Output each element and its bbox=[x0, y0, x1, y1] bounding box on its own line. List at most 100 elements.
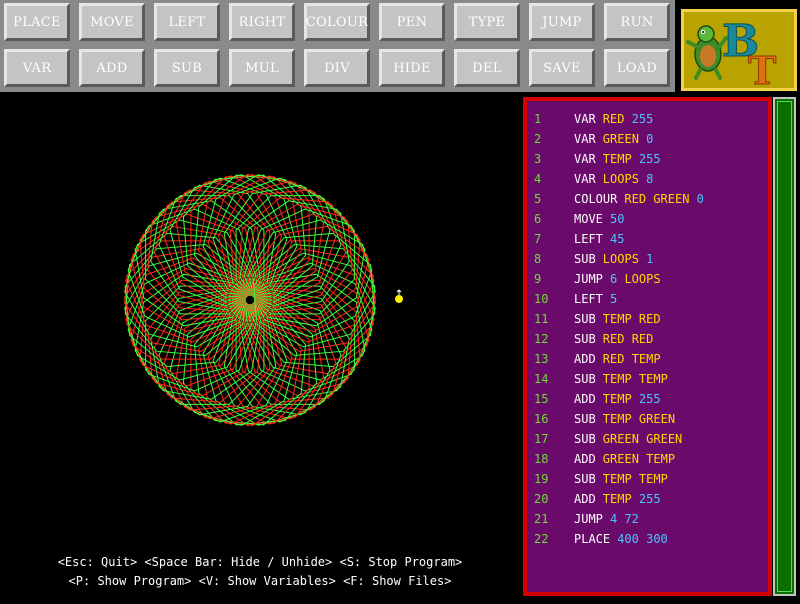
program-line[interactable]: 7 LEFT 45 bbox=[527, 229, 767, 249]
line-command: ADD bbox=[574, 492, 596, 506]
variable-token: LOOPS bbox=[602, 252, 639, 266]
program-line[interactable]: 11 SUB TEMP RED bbox=[527, 309, 767, 329]
program-line[interactable]: 20 ADD TEMP 255 bbox=[527, 489, 767, 509]
line-command: LEFT bbox=[574, 292, 603, 306]
hide-button[interactable]: HIDE bbox=[379, 49, 445, 87]
program-line[interactable]: 10 LEFT 5 bbox=[527, 289, 767, 309]
program-line[interactable]: 16 SUB TEMP GREEN bbox=[527, 409, 767, 429]
line-number: 3 bbox=[534, 152, 542, 166]
line-number: 14 bbox=[534, 372, 549, 386]
mul-button[interactable]: MUL bbox=[229, 49, 295, 87]
number-token: 0 bbox=[689, 192, 704, 206]
line-arguments: GREEN GREEN bbox=[603, 432, 682, 446]
variable-token: GREEN bbox=[631, 412, 676, 426]
del-button[interactable]: DEL bbox=[454, 49, 520, 87]
line-arguments: GREEN TEMP bbox=[603, 452, 675, 466]
program-line[interactable]: 18 ADD GREEN TEMP bbox=[527, 449, 767, 469]
program-line[interactable]: 22 PLACE 400 300 bbox=[527, 529, 767, 549]
line-number: 13 bbox=[534, 352, 549, 366]
program-line[interactable]: 17 SUB GREEN GREEN bbox=[527, 429, 767, 449]
program-scrollbar[interactable] bbox=[773, 97, 796, 596]
variable-token: LOOPS bbox=[617, 272, 661, 286]
drawing-canvas[interactable]: <Esc: Quit> <Space Bar: Hide / Unhide> <… bbox=[0, 92, 520, 600]
program-line[interactable]: 21 JUMP 4 72 bbox=[527, 509, 767, 529]
line-number: 15 bbox=[534, 392, 549, 406]
program-line[interactable]: 14 SUB TEMP TEMP bbox=[527, 369, 767, 389]
line-arguments: RED GREEN 0 bbox=[624, 192, 704, 206]
line-command: VAR bbox=[574, 172, 596, 186]
load-button[interactable]: LOAD bbox=[604, 49, 670, 87]
toolbar-row-2: VAR ADD SUB MUL DIV HIDE DEL SAVE LOAD bbox=[0, 46, 675, 90]
program-line[interactable]: 13 ADD RED TEMP bbox=[527, 349, 767, 369]
line-command: SUB bbox=[574, 372, 596, 386]
variable-token: TEMP bbox=[638, 452, 676, 466]
program-line[interactable]: 12 SUB RED RED bbox=[527, 329, 767, 349]
help-line-2: <P: Show Program> <V: Show Variables> <F… bbox=[68, 574, 452, 588]
line-command: VAR bbox=[574, 112, 596, 126]
div-button[interactable]: DIV bbox=[304, 49, 370, 87]
program-line[interactable]: 6 MOVE 50 bbox=[527, 209, 767, 229]
drawn-octagon bbox=[126, 240, 246, 360]
jump-button[interactable]: JUMP bbox=[529, 3, 595, 41]
number-token: 300 bbox=[638, 532, 668, 546]
program-line[interactable]: 1 VAR RED 255 bbox=[527, 109, 767, 129]
scrollbar-thumb[interactable] bbox=[777, 101, 792, 592]
toolbar-row-1: PLACE MOVE LEFT RIGHT COLOUR PEN TYPE JU… bbox=[0, 0, 675, 44]
line-number: 1 bbox=[534, 112, 542, 126]
type-button[interactable]: TYPE bbox=[454, 3, 520, 41]
line-number: 22 bbox=[534, 532, 549, 546]
line-command: ADD bbox=[574, 452, 596, 466]
line-command: LEFT bbox=[574, 232, 603, 246]
variable-token: TEMP bbox=[631, 372, 668, 386]
colour-button[interactable]: COLOUR bbox=[304, 3, 370, 41]
sub-button[interactable]: SUB bbox=[154, 49, 220, 87]
move-button[interactable]: MOVE bbox=[79, 3, 145, 41]
program-line[interactable]: 3 VAR TEMP 255 bbox=[527, 149, 767, 169]
save-button[interactable]: SAVE bbox=[529, 49, 595, 87]
left-button[interactable]: LEFT bbox=[154, 3, 220, 41]
line-number: 4 bbox=[534, 172, 542, 186]
line-number: 19 bbox=[534, 472, 549, 486]
line-arguments: 45 bbox=[610, 232, 624, 246]
program-panel[interactable]: 1 VAR RED 255 2 VAR GREEN 0 3 VAR TEMP 255 4 VAR LO… bbox=[523, 97, 772, 596]
line-number: 11 bbox=[534, 312, 549, 326]
line-arguments: RED RED bbox=[603, 332, 654, 346]
variable-token: RED bbox=[602, 352, 625, 366]
line-arguments: TEMP 255 bbox=[603, 392, 661, 406]
line-command: ADD bbox=[574, 352, 596, 366]
line-command: JUMP bbox=[574, 512, 603, 526]
number-token: 0 bbox=[638, 132, 654, 146]
program-line[interactable]: 19 SUB TEMP TEMP bbox=[527, 469, 767, 489]
line-number: 8 bbox=[534, 252, 542, 266]
variable-token: GREEN bbox=[646, 192, 690, 206]
program-line[interactable]: 9 JUMP 6 LOOPS bbox=[527, 269, 767, 289]
pen-button[interactable]: PEN bbox=[379, 3, 445, 41]
help-line-1: <Esc: Quit> <Space Bar: Hide / Unhide> <… bbox=[57, 555, 463, 569]
place-button[interactable]: PLACE bbox=[4, 3, 70, 41]
line-arguments: TEMP TEMP bbox=[603, 472, 668, 486]
line-number: 2 bbox=[534, 132, 542, 146]
variable-token: GREEN bbox=[638, 432, 683, 446]
variable-token: RED bbox=[602, 112, 625, 126]
run-button[interactable]: RUN bbox=[604, 3, 670, 41]
program-line[interactable]: 8 SUB LOOPS 1 bbox=[527, 249, 767, 269]
number-token: 255 bbox=[631, 392, 661, 406]
command-toolbar: PLACE MOVE LEFT RIGHT COLOUR PEN TYPE JU… bbox=[0, 0, 675, 92]
turtle-cursor-icon bbox=[395, 289, 403, 303]
right-button[interactable]: RIGHT bbox=[229, 3, 295, 41]
variable-token: TEMP bbox=[602, 492, 632, 506]
variable-token: GREEN bbox=[602, 432, 639, 446]
line-arguments: TEMP GREEN bbox=[603, 412, 675, 426]
line-command: SUB bbox=[574, 332, 596, 346]
variable-token: RED bbox=[624, 332, 654, 346]
var-button[interactable]: VAR bbox=[4, 49, 70, 87]
add-button[interactable]: ADD bbox=[79, 49, 145, 87]
number-token: 400 bbox=[617, 532, 639, 546]
program-line[interactable]: 2 VAR GREEN 0 bbox=[527, 129, 767, 149]
program-line[interactable]: 15 ADD TEMP 255 bbox=[527, 389, 767, 409]
program-line[interactable]: 5 COLOUR RED GREEN 0 bbox=[527, 189, 767, 209]
line-arguments: GREEN 0 bbox=[603, 132, 654, 146]
line-command: SUB bbox=[574, 472, 596, 486]
line-number: 7 bbox=[534, 232, 542, 246]
program-line[interactable]: 4 VAR LOOPS 8 bbox=[527, 169, 767, 189]
